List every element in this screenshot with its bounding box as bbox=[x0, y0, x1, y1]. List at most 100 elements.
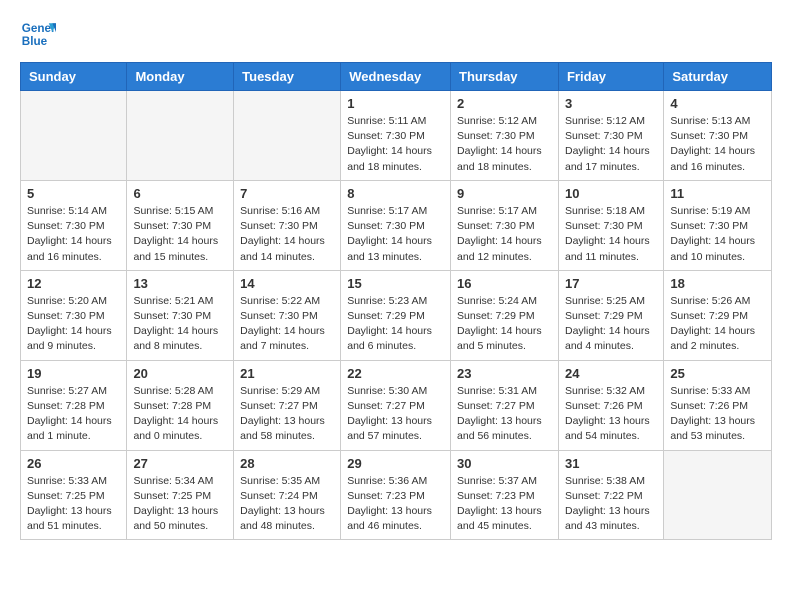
page: General Blue SundayMondayTuesdayWednesda… bbox=[0, 0, 792, 560]
cell-info-text: Sunrise: 5:12 AM Sunset: 7:30 PM Dayligh… bbox=[457, 114, 552, 175]
cell-date-number: 21 bbox=[240, 366, 334, 381]
cell-info-text: Sunrise: 5:11 AM Sunset: 7:30 PM Dayligh… bbox=[347, 114, 444, 175]
cell-date-number: 10 bbox=[565, 186, 657, 201]
calendar-week-row: 26 Sunrise: 5:33 AM Sunset: 7:25 PM Dayli… bbox=[21, 450, 772, 540]
cell-info-text: Sunrise: 5:22 AM Sunset: 7:30 PM Dayligh… bbox=[240, 294, 334, 355]
calendar-cell: 30 Sunrise: 5:37 AM Sunset: 7:23 PM Dayli… bbox=[451, 450, 559, 540]
cell-info-text: Sunrise: 5:17 AM Sunset: 7:30 PM Dayligh… bbox=[347, 204, 444, 265]
cell-date-number: 23 bbox=[457, 366, 552, 381]
cell-date-number: 29 bbox=[347, 456, 444, 471]
cell-date-number: 16 bbox=[457, 276, 552, 291]
cell-date-number: 1 bbox=[347, 96, 444, 111]
cell-date-number: 26 bbox=[27, 456, 120, 471]
cell-date-number: 13 bbox=[133, 276, 227, 291]
calendar-cell: 24 Sunrise: 5:32 AM Sunset: 7:26 PM Dayli… bbox=[558, 360, 663, 450]
calendar-cell bbox=[127, 91, 234, 181]
calendar-cell: 13 Sunrise: 5:21 AM Sunset: 7:30 PM Dayli… bbox=[127, 270, 234, 360]
cell-info-text: Sunrise: 5:18 AM Sunset: 7:30 PM Dayligh… bbox=[565, 204, 657, 265]
cell-info-text: Sunrise: 5:27 AM Sunset: 7:28 PM Dayligh… bbox=[27, 384, 120, 445]
calendar-cell: 17 Sunrise: 5:25 AM Sunset: 7:29 PM Dayli… bbox=[558, 270, 663, 360]
calendar-cell: 20 Sunrise: 5:28 AM Sunset: 7:28 PM Dayli… bbox=[127, 360, 234, 450]
cell-info-text: Sunrise: 5:31 AM Sunset: 7:27 PM Dayligh… bbox=[457, 384, 552, 445]
calendar-cell: 25Sunrise: 5:33 AM Sunset: 7:26 PM Dayli… bbox=[664, 360, 772, 450]
calendar-cell: 23 Sunrise: 5:31 AM Sunset: 7:27 PM Dayli… bbox=[451, 360, 559, 450]
cell-info-text: Sunrise: 5:34 AM Sunset: 7:25 PM Dayligh… bbox=[133, 474, 227, 535]
calendar-cell: 4 Sunrise: 5:13 AM Sunset: 7:30 PM Daylig… bbox=[664, 91, 772, 181]
logo-icon: General Blue bbox=[20, 16, 56, 52]
calendar-cell: 11 Sunrise: 5:19 AM Sunset: 7:30 PM Dayli… bbox=[664, 180, 772, 270]
calendar-cell: 2Sunrise: 5:12 AM Sunset: 7:30 PM Daylig… bbox=[451, 91, 559, 181]
cell-date-number: 6 bbox=[133, 186, 227, 201]
calendar-week-row: 12Sunrise: 5:20 AM Sunset: 7:30 PM Dayli… bbox=[21, 270, 772, 360]
weekday-header-monday: Monday bbox=[127, 63, 234, 91]
cell-info-text: Sunrise: 5:12 AM Sunset: 7:30 PM Dayligh… bbox=[565, 114, 657, 175]
weekday-header-sunday: Sunday bbox=[21, 63, 127, 91]
cell-date-number: 8 bbox=[347, 186, 444, 201]
calendar-week-row: 19 Sunrise: 5:27 AM Sunset: 7:28 PM Dayli… bbox=[21, 360, 772, 450]
cell-date-number: 5 bbox=[27, 186, 120, 201]
calendar-table: SundayMondayTuesdayWednesdayThursdayFrid… bbox=[20, 62, 772, 540]
cell-info-text: Sunrise: 5:13 AM Sunset: 7:30 PM Dayligh… bbox=[670, 114, 765, 175]
cell-info-text: Sunrise: 5:35 AM Sunset: 7:24 PM Dayligh… bbox=[240, 474, 334, 535]
calendar-cell: 12Sunrise: 5:20 AM Sunset: 7:30 PM Dayli… bbox=[21, 270, 127, 360]
calendar-cell: 28Sunrise: 5:35 AM Sunset: 7:24 PM Dayli… bbox=[234, 450, 341, 540]
calendar-cell: 14Sunrise: 5:22 AM Sunset: 7:30 PM Dayli… bbox=[234, 270, 341, 360]
weekday-header-tuesday: Tuesday bbox=[234, 63, 341, 91]
calendar-cell: 3Sunrise: 5:12 AM Sunset: 7:30 PM Daylig… bbox=[558, 91, 663, 181]
calendar-week-row: 5 Sunrise: 5:14 AM Sunset: 7:30 PM Daylig… bbox=[21, 180, 772, 270]
cell-info-text: Sunrise: 5:19 AM Sunset: 7:30 PM Dayligh… bbox=[670, 204, 765, 265]
weekday-header-friday: Friday bbox=[558, 63, 663, 91]
weekday-header-row: SundayMondayTuesdayWednesdayThursdayFrid… bbox=[21, 63, 772, 91]
calendar-cell: 6 Sunrise: 5:15 AM Sunset: 7:30 PM Daylig… bbox=[127, 180, 234, 270]
logo: General Blue bbox=[20, 16, 62, 52]
cell-date-number: 24 bbox=[565, 366, 657, 381]
cell-date-number: 7 bbox=[240, 186, 334, 201]
cell-info-text: Sunrise: 5:16 AM Sunset: 7:30 PM Dayligh… bbox=[240, 204, 334, 265]
cell-info-text: Sunrise: 5:25 AM Sunset: 7:29 PM Dayligh… bbox=[565, 294, 657, 355]
calendar-cell: 18Sunrise: 5:26 AM Sunset: 7:29 PM Dayli… bbox=[664, 270, 772, 360]
calendar-cell: 1 Sunrise: 5:11 AM Sunset: 7:30 PM Daylig… bbox=[341, 91, 451, 181]
calendar-cell bbox=[664, 450, 772, 540]
cell-info-text: Sunrise: 5:23 AM Sunset: 7:29 PM Dayligh… bbox=[347, 294, 444, 355]
svg-text:Blue: Blue bbox=[22, 35, 48, 48]
cell-date-number: 22 bbox=[347, 366, 444, 381]
cell-date-number: 12 bbox=[27, 276, 120, 291]
cell-info-text: Sunrise: 5:37 AM Sunset: 7:23 PM Dayligh… bbox=[457, 474, 552, 535]
cell-info-text: Sunrise: 5:14 AM Sunset: 7:30 PM Dayligh… bbox=[27, 204, 120, 265]
cell-info-text: Sunrise: 5:15 AM Sunset: 7:30 PM Dayligh… bbox=[133, 204, 227, 265]
calendar-cell: 10 Sunrise: 5:18 AM Sunset: 7:30 PM Dayli… bbox=[558, 180, 663, 270]
cell-info-text: Sunrise: 5:33 AM Sunset: 7:25 PM Dayligh… bbox=[27, 474, 120, 535]
cell-date-number: 17 bbox=[565, 276, 657, 291]
calendar-cell: 9Sunrise: 5:17 AM Sunset: 7:30 PM Daylig… bbox=[451, 180, 559, 270]
calendar-cell: 27 Sunrise: 5:34 AM Sunset: 7:25 PM Dayli… bbox=[127, 450, 234, 540]
calendar-cell: 21 Sunrise: 5:29 AM Sunset: 7:27 PM Dayli… bbox=[234, 360, 341, 450]
calendar-cell: 15Sunrise: 5:23 AM Sunset: 7:29 PM Dayli… bbox=[341, 270, 451, 360]
cell-date-number: 30 bbox=[457, 456, 552, 471]
calendar-cell bbox=[234, 91, 341, 181]
calendar-cell: 29Sunrise: 5:36 AM Sunset: 7:23 PM Dayli… bbox=[341, 450, 451, 540]
cell-date-number: 18 bbox=[670, 276, 765, 291]
calendar-cell: 7 Sunrise: 5:16 AM Sunset: 7:30 PM Daylig… bbox=[234, 180, 341, 270]
cell-info-text: Sunrise: 5:29 AM Sunset: 7:27 PM Dayligh… bbox=[240, 384, 334, 445]
calendar-cell: 19 Sunrise: 5:27 AM Sunset: 7:28 PM Dayli… bbox=[21, 360, 127, 450]
cell-date-number: 27 bbox=[133, 456, 227, 471]
calendar-cell: 16 Sunrise: 5:24 AM Sunset: 7:29 PM Dayli… bbox=[451, 270, 559, 360]
cell-date-number: 19 bbox=[27, 366, 120, 381]
calendar-cell: 8 Sunrise: 5:17 AM Sunset: 7:30 PM Daylig… bbox=[341, 180, 451, 270]
cell-info-text: Sunrise: 5:21 AM Sunset: 7:30 PM Dayligh… bbox=[133, 294, 227, 355]
cell-info-text: Sunrise: 5:24 AM Sunset: 7:29 PM Dayligh… bbox=[457, 294, 552, 355]
cell-date-number: 9 bbox=[457, 186, 552, 201]
cell-date-number: 4 bbox=[670, 96, 765, 111]
cell-info-text: Sunrise: 5:28 AM Sunset: 7:28 PM Dayligh… bbox=[133, 384, 227, 445]
weekday-header-wednesday: Wednesday bbox=[341, 63, 451, 91]
cell-date-number: 11 bbox=[670, 186, 765, 201]
cell-info-text: Sunrise: 5:32 AM Sunset: 7:26 PM Dayligh… bbox=[565, 384, 657, 445]
header: General Blue bbox=[20, 16, 772, 52]
cell-date-number: 31 bbox=[565, 456, 657, 471]
weekday-header-thursday: Thursday bbox=[451, 63, 559, 91]
calendar-cell: 26 Sunrise: 5:33 AM Sunset: 7:25 PM Dayli… bbox=[21, 450, 127, 540]
calendar-cell: 22Sunrise: 5:30 AM Sunset: 7:27 PM Dayli… bbox=[341, 360, 451, 450]
cell-date-number: 20 bbox=[133, 366, 227, 381]
cell-info-text: Sunrise: 5:38 AM Sunset: 7:22 PM Dayligh… bbox=[565, 474, 657, 535]
calendar-cell: 5 Sunrise: 5:14 AM Sunset: 7:30 PM Daylig… bbox=[21, 180, 127, 270]
